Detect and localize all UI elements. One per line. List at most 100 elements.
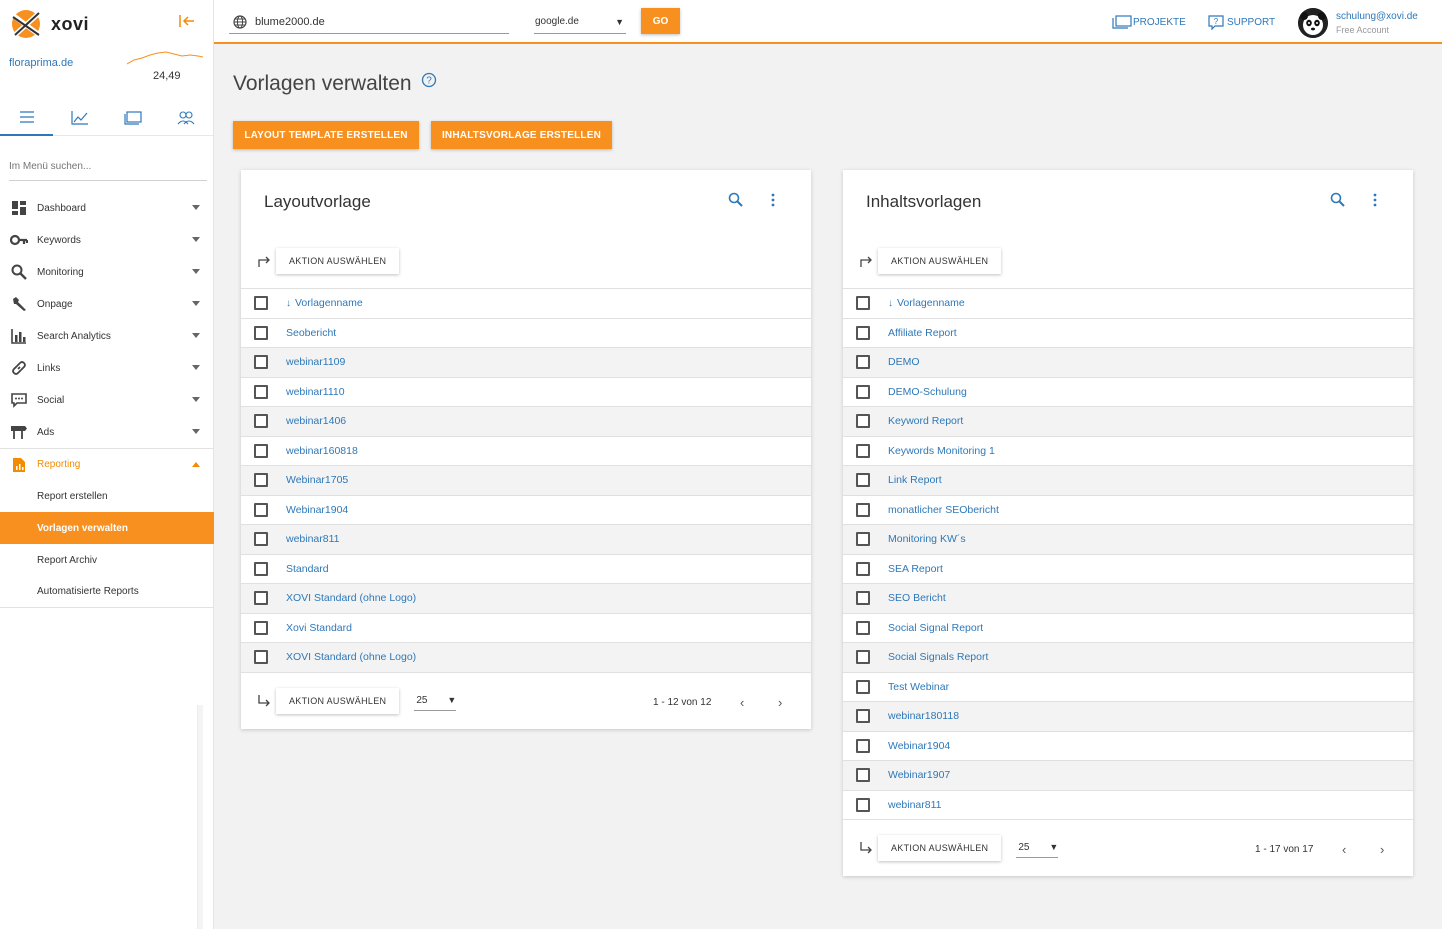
domain-input[interactable]: blume2000.de	[229, 10, 509, 34]
table-row[interactable]: monatlicher SEObericht	[843, 496, 1413, 525]
projects-link[interactable]: PROJEKTE	[1112, 15, 1186, 29]
submenu-automatisierte-reports[interactable]: Automatisierte Reports	[0, 576, 214, 608]
create-layout-template-button[interactable]: LAYOUT TEMPLATE ERSTELLEN	[233, 121, 419, 149]
row-checkbox[interactable]	[254, 473, 268, 488]
table-row[interactable]: webinar180118	[843, 702, 1413, 732]
row-checkbox[interactable]	[254, 561, 268, 576]
template-name-link[interactable]: webinar160818	[286, 445, 358, 457]
table-row[interactable]: webinar1109	[241, 348, 811, 378]
row-checkbox[interactable]	[856, 443, 870, 458]
template-name-link[interactable]: webinar811	[888, 799, 942, 811]
table-row[interactable]: Keyword Report	[843, 407, 1413, 437]
select-all-checkbox[interactable]	[254, 296, 268, 311]
tab-menu[interactable]	[0, 100, 53, 136]
table-row[interactable]: XOVI Standard (ohne Logo)	[241, 584, 811, 614]
tab-users[interactable]	[159, 100, 212, 136]
row-checkbox[interactable]	[856, 620, 870, 635]
template-name-link[interactable]: Test Webinar	[888, 681, 949, 693]
table-row[interactable]: Standard	[241, 555, 811, 584]
table-row[interactable]: SEO Bericht	[843, 584, 1413, 614]
user-email[interactable]: schulung@xovi.de	[1336, 11, 1418, 22]
template-name-link[interactable]: Affiliate Report	[888, 327, 957, 339]
select-action-button[interactable]: AKTION AUSWÄHLEN	[276, 248, 400, 274]
row-checkbox[interactable]	[856, 384, 870, 399]
row-checkbox[interactable]	[254, 325, 268, 340]
column-header-name[interactable]: Vorlagenname	[897, 297, 965, 309]
table-row[interactable]: Seobericht	[241, 319, 811, 348]
template-name-link[interactable]: DEMO-Schulung	[888, 386, 967, 398]
template-name-link[interactable]: Webinar1904	[286, 504, 348, 516]
row-checkbox[interactable]	[254, 355, 268, 370]
table-row[interactable]: SEA Report	[843, 555, 1413, 584]
menu-item-dashboard[interactable]: Dashboard	[0, 192, 214, 224]
menu-item-onpage[interactable]: Onpage	[0, 288, 214, 320]
table-row[interactable]: Test Webinar	[843, 673, 1413, 702]
template-name-link[interactable]: SEA Report	[888, 563, 943, 575]
template-name-link[interactable]: Social Signal Report	[888, 622, 983, 634]
project-link[interactable]: floraprima.de	[9, 57, 73, 69]
row-checkbox[interactable]	[856, 561, 870, 576]
menu-item-reporting[interactable]: Reporting	[0, 448, 214, 480]
template-name-link[interactable]: webinar1406	[286, 415, 346, 427]
row-checkbox[interactable]	[856, 355, 870, 370]
row-checkbox[interactable]	[254, 414, 268, 429]
table-row[interactable]: webinar811	[241, 525, 811, 555]
next-page-icon[interactable]: ›	[1380, 842, 1384, 857]
template-name-link[interactable]: monatlicher SEObericht	[888, 504, 999, 516]
template-name-link[interactable]: Xovi Standard	[286, 622, 352, 634]
submenu-report-archiv[interactable]: Report Archiv	[0, 544, 214, 576]
template-name-link[interactable]: webinar1110	[286, 386, 345, 398]
menu-item-links[interactable]: Links	[0, 352, 214, 384]
row-checkbox[interactable]	[856, 738, 870, 753]
select-action-button-bottom[interactable]: AKTION AUSWÄHLEN	[878, 835, 1002, 861]
submenu-vorlagen-verwalten[interactable]: Vorlagen verwalten	[0, 512, 214, 544]
select-action-button[interactable]: AKTION AUSWÄHLEN	[878, 248, 1002, 274]
row-checkbox[interactable]	[856, 768, 870, 783]
search-icon[interactable]	[728, 192, 744, 208]
more-vert-icon[interactable]	[1373, 192, 1377, 208]
table-row[interactable]: Webinar1705	[241, 466, 811, 496]
template-name-link[interactable]: Seobericht	[286, 327, 336, 339]
template-name-link[interactable]: Link Report	[888, 474, 942, 486]
table-row[interactable]: webinar1406	[241, 407, 811, 437]
select-action-button-bottom[interactable]: AKTION AUSWÄHLEN	[276, 688, 400, 714]
template-name-link[interactable]: XOVI Standard (ohne Logo)	[286, 651, 416, 663]
table-row[interactable]: Webinar1904	[843, 732, 1413, 761]
row-checkbox[interactable]	[254, 443, 268, 458]
row-checkbox[interactable]	[856, 679, 870, 694]
template-name-link[interactable]: Standard	[286, 563, 329, 575]
table-row[interactable]: Social Signals Report	[843, 643, 1413, 673]
menu-search-input[interactable]	[9, 152, 207, 181]
page-size-select[interactable]: 25 ▼	[414, 691, 457, 711]
sort-arrow-icon[interactable]: ↓	[286, 298, 291, 309]
menu-item-monitoring[interactable]: Monitoring	[0, 256, 214, 288]
more-vert-icon[interactable]	[771, 192, 775, 208]
support-link[interactable]: ? SUPPORT	[1208, 15, 1275, 30]
table-row[interactable]: Webinar1904	[241, 496, 811, 525]
table-row[interactable]: DEMO	[843, 348, 1413, 378]
tab-charts[interactable]	[53, 100, 106, 136]
collapse-sidebar-icon[interactable]	[178, 13, 196, 31]
row-checkbox[interactable]	[856, 591, 870, 606]
menu-item-search-analytics[interactable]: Search Analytics	[0, 320, 214, 352]
menu-item-ads[interactable]: Ads	[0, 416, 214, 448]
row-checkbox[interactable]	[254, 384, 268, 399]
menu-item-social[interactable]: Social	[0, 384, 214, 416]
template-name-link[interactable]: Monitoring KW´s	[888, 533, 966, 545]
table-row[interactable]: Keywords Monitoring 1	[843, 437, 1413, 466]
row-checkbox[interactable]	[856, 325, 870, 340]
row-checkbox[interactable]	[856, 650, 870, 665]
template-name-link[interactable]: Webinar1705	[286, 474, 348, 486]
row-checkbox[interactable]	[856, 502, 870, 517]
table-row[interactable]: DEMO-Schulung	[843, 378, 1413, 407]
column-header-name[interactable]: Vorlagenname	[295, 297, 363, 309]
table-row[interactable]: XOVI Standard (ohne Logo)	[241, 643, 811, 673]
select-all-checkbox[interactable]	[856, 296, 870, 311]
sidebar-scrollbar[interactable]	[197, 705, 203, 929]
create-content-template-button[interactable]: INHALTSVORLAGE ERSTELLEN	[431, 121, 612, 149]
table-row[interactable]: webinar811	[843, 791, 1413, 820]
template-name-link[interactable]: SEO Bericht	[888, 592, 946, 604]
tab-projects[interactable]	[106, 100, 159, 136]
template-name-link[interactable]: DEMO	[888, 356, 920, 368]
search-icon[interactable]	[1330, 192, 1346, 208]
